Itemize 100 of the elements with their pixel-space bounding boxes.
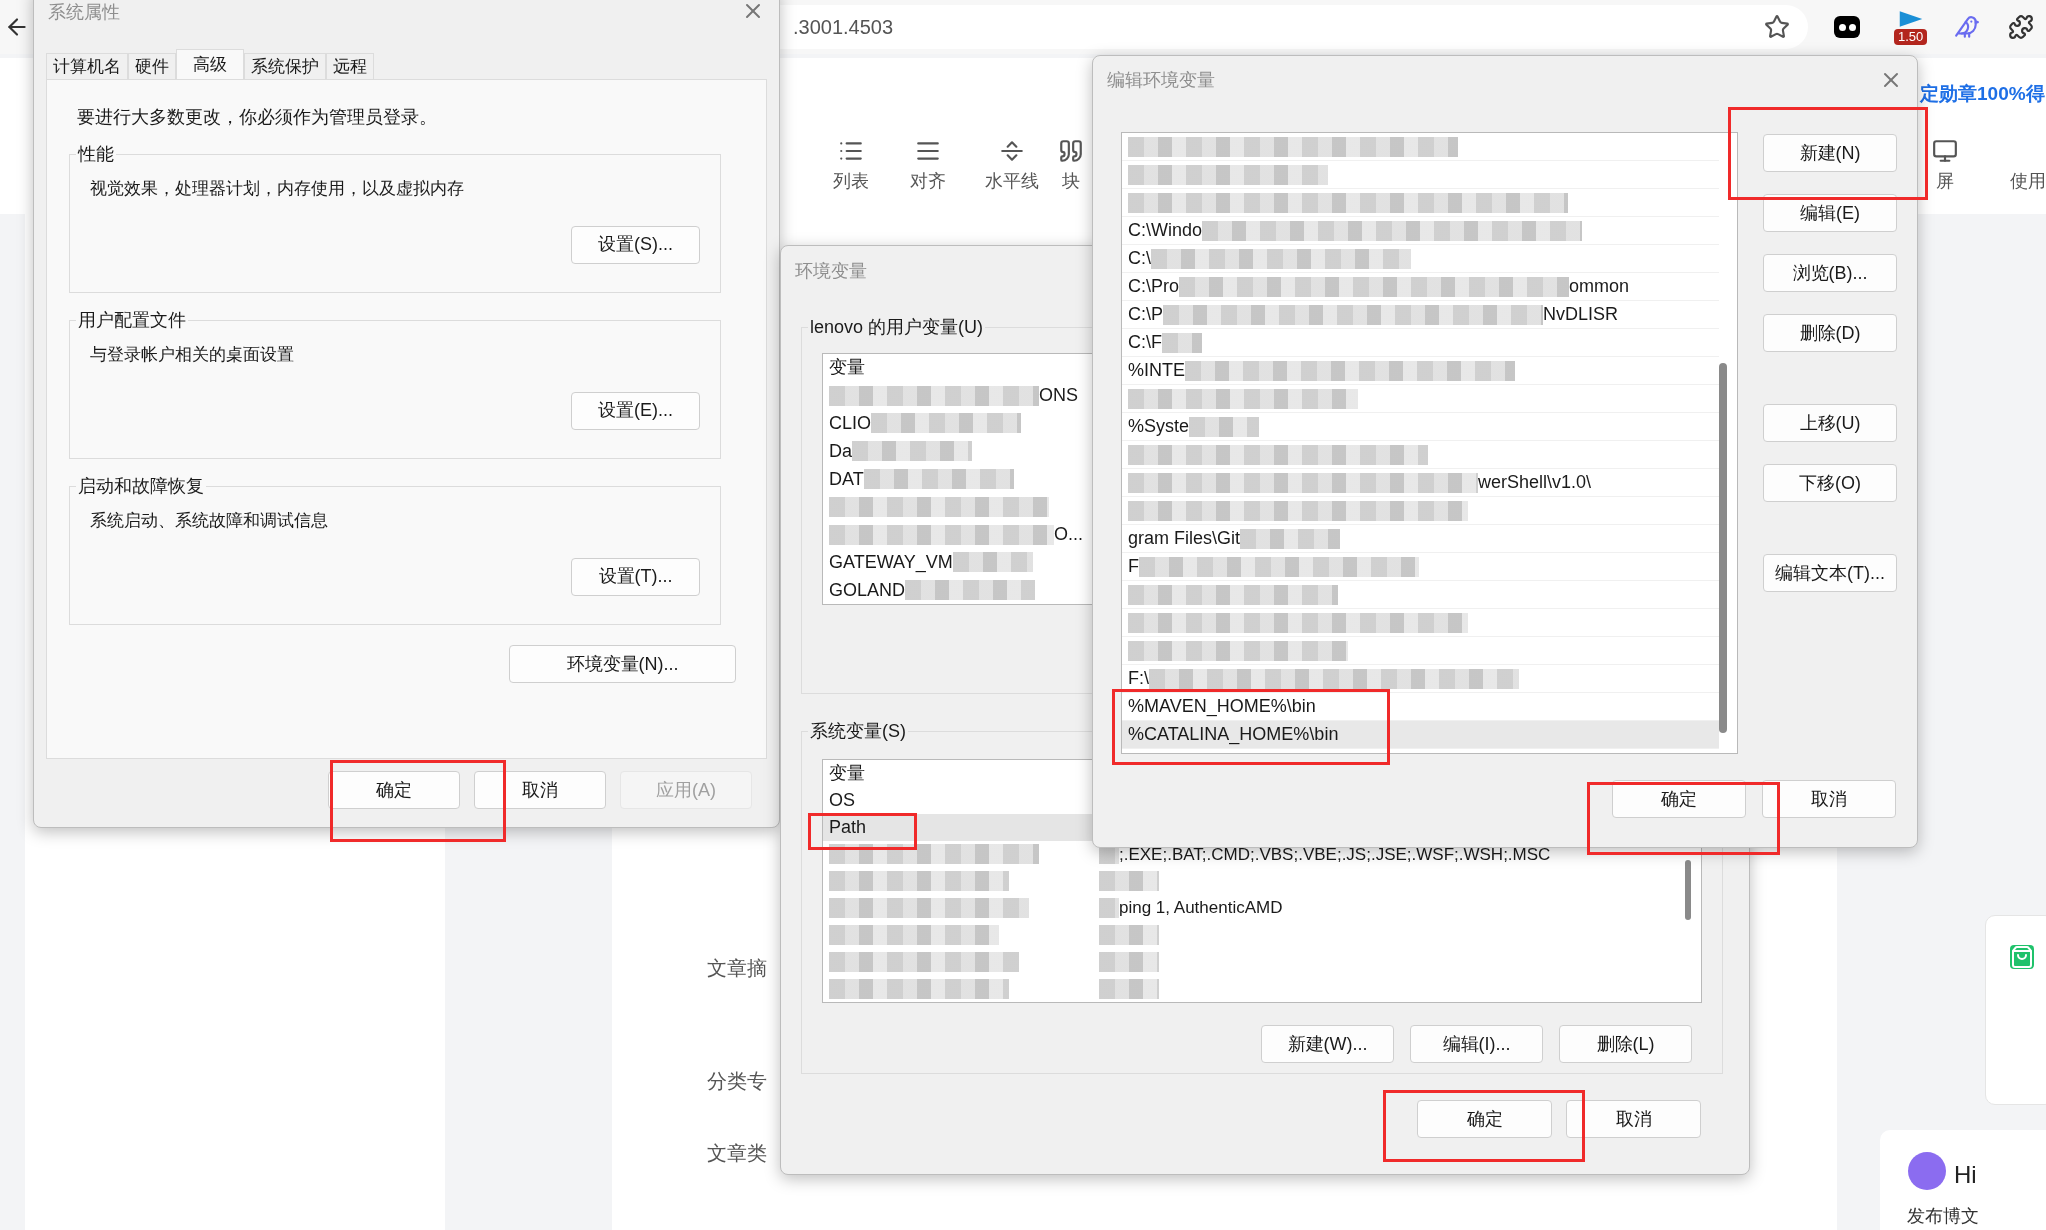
variable-name: CLIO	[829, 411, 871, 435]
extension-badge: 1.50	[1894, 29, 1928, 45]
path-text: C:\Pro	[1128, 275, 1179, 298]
tab[interactable]: 硬件	[128, 53, 176, 79]
assistant-greeting: Hi	[1954, 1160, 1977, 1190]
path-text: werShell\v1.0\	[1478, 471, 1592, 494]
quote-icon	[1058, 138, 1084, 164]
toolbar-button[interactable]: 块	[1058, 138, 1084, 195]
group-title: 启动和故障恢复	[77, 475, 205, 498]
path-entry[interactable]: C:\F	[1122, 329, 1719, 357]
scrollbar[interactable]	[1719, 363, 1727, 733]
puzzle-icon[interactable]	[2008, 14, 2034, 40]
path-entry[interactable]: %INTE	[1122, 357, 1719, 385]
horizontal-rule-icon	[999, 138, 1025, 164]
blurred-text	[1099, 924, 1159, 945]
variable-name: GOLAND	[829, 578, 906, 602]
blurred-text	[1099, 951, 1159, 972]
variable-row[interactable]: ping 1, AuthenticAMD	[823, 894, 1685, 922]
toolbar-button[interactable]: 水平线	[985, 138, 1039, 195]
path-text: C:\	[1128, 247, 1151, 270]
path-entry[interactable]: C:\	[1122, 245, 1719, 273]
dialog-button[interactable]: 编辑(I)...	[1410, 1025, 1543, 1063]
path-entry[interactable]: C:\P NvDLISR	[1122, 301, 1719, 329]
blurred-text	[1099, 978, 1159, 999]
dialog-button[interactable]: 删除(D)	[1763, 314, 1897, 352]
form-label: 分类专	[707, 1069, 767, 1094]
bookmark-star-icon[interactable]	[1764, 14, 1790, 40]
address-text: .3001.4503	[793, 15, 894, 40]
dialog-button[interactable]: 浏览(B)...	[1763, 254, 1897, 292]
dialog-button[interactable]: 编辑文本(T)...	[1763, 554, 1897, 592]
dialog-button[interactable]: 新建(N)	[1763, 134, 1897, 172]
group-title: 用户配置文件	[77, 309, 187, 332]
path-entry[interactable]: %CATALINA_HOME%\bin	[1122, 721, 1719, 749]
dialog-button[interactable]: 取消	[1566, 1100, 1701, 1138]
variable-name: DAT	[829, 467, 864, 491]
flag-icon[interactable]	[1898, 9, 1924, 29]
variable-value: ping 1, AuthenticAMD	[1119, 897, 1283, 920]
toolbar-button[interactable]: 屏	[1932, 138, 1958, 195]
path-entry[interactable]: werShell\v1.0\	[1122, 469, 1719, 497]
screen-icon	[1932, 138, 1958, 164]
path-text: gram Files\Git	[1128, 527, 1241, 550]
path-entry[interactable]: F	[1122, 553, 1719, 581]
dialog-button[interactable]: 环境变量(N)...	[509, 645, 736, 683]
group-description: 视觉效果，处理器计划，内存使用，以及虚拟内存	[90, 178, 465, 200]
extension-icon[interactable]	[1834, 16, 1860, 38]
variable-name: O...	[1054, 523, 1083, 547]
dialog-button[interactable]: 编辑(E)	[1763, 194, 1897, 232]
tab[interactable]: 远程	[326, 53, 374, 79]
bird-icon[interactable]	[1954, 14, 1980, 40]
scrollbar[interactable]	[1685, 860, 1691, 920]
path-text: %MAVEN_HOME%\bin	[1128, 695, 1316, 719]
tab[interactable]: 系统保护	[244, 53, 326, 79]
path-text: C:\F	[1128, 331, 1162, 354]
publish-link[interactable]: 发布博文	[1907, 1203, 1979, 1230]
path-text: F	[1128, 555, 1139, 578]
dialog-button[interactable]: 新建(W)...	[1261, 1025, 1394, 1063]
path-entry[interactable]: gram Files\Git	[1122, 525, 1719, 553]
path-text: ommon	[1569, 275, 1630, 298]
group-title: 性能	[76, 143, 115, 166]
dialog-button[interactable]: 删除(L)	[1559, 1025, 1692, 1063]
path-entry[interactable]: C:\Pro ommon	[1122, 273, 1719, 301]
group-description: 系统启动、系统故障和调试信息	[90, 510, 329, 532]
path-text: F:\	[1128, 667, 1149, 690]
path-text: %INTE	[1128, 359, 1185, 382]
promo-banner[interactable]: 定勋章100%得	[1920, 80, 2045, 109]
column-header: 变量	[829, 356, 865, 380]
toolbar-button[interactable]: 列表	[833, 138, 869, 195]
path-text: C:\P	[1128, 303, 1163, 326]
variable-name: GATEWAY_VM	[829, 550, 953, 575]
dialog-button[interactable]: 上移(U)	[1763, 404, 1897, 442]
dialog-button[interactable]: 取消	[474, 771, 606, 809]
variable-name: Path	[829, 816, 867, 839]
dialog-button[interactable]: 设置(T)...	[571, 557, 700, 596]
toolbar-button[interactable]: 使用	[2010, 138, 2046, 195]
path-entry[interactable]: F:\	[1122, 665, 1719, 693]
toolbar-button[interactable]: 对齐	[910, 138, 946, 195]
path-text: C:\Windo	[1128, 219, 1203, 242]
path-text: %Syste	[1128, 415, 1190, 438]
path-text: %CATALINA_HOME%\bin	[1128, 723, 1339, 747]
window-title: 编辑环境变量	[1107, 68, 1215, 92]
path-entry[interactable]: %Syste	[1122, 413, 1719, 441]
column-header: 变量	[828, 762, 865, 785]
tab[interactable]: 计算机名	[46, 53, 128, 79]
variable-name: ONS	[1039, 384, 1078, 408]
form-label: 文章类	[707, 1141, 767, 1166]
bag-icon[interactable]	[2010, 945, 2034, 969]
path-entry[interactable]: C:\Windo	[1122, 217, 1719, 245]
dialog-button[interactable]: 确定	[328, 771, 460, 809]
group-description: 与登录帐户相关的桌面设置	[90, 344, 295, 366]
tab[interactable]: 高级	[176, 49, 244, 79]
dialog-button[interactable]: 确定	[1417, 1100, 1552, 1138]
path-text: NvDLISR	[1543, 303, 1619, 326]
dialog-button[interactable]: 下移(O)	[1763, 464, 1897, 502]
dialog-button[interactable]: 取消	[1762, 780, 1896, 818]
dialog-button[interactable]: 设置(E)...	[571, 391, 700, 430]
blurred-text	[1099, 871, 1159, 892]
group-title: 系统变量(S)	[809, 720, 907, 743]
dialog-button[interactable]: 设置(S)...	[571, 225, 700, 264]
variable-value: ;.EXE;.BAT;.CMD;.VBS;.VBE;.JS;.JSE;.WSF;.WSH;.MSC	[1119, 843, 1551, 866]
window-title: 环境变量	[795, 261, 867, 281]
